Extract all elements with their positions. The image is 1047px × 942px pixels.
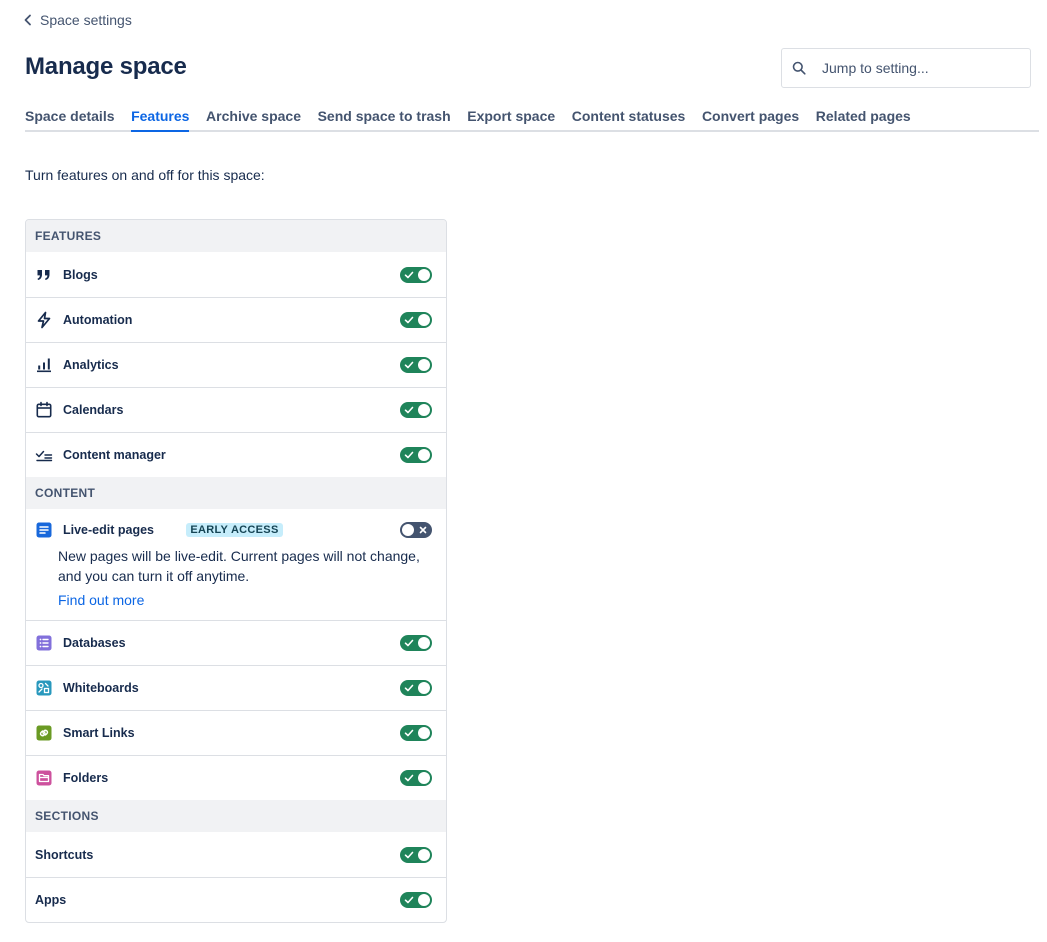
toggle-knob [418,848,430,861]
check-icon [404,451,414,459]
blogs-toggle[interactable] [400,266,432,283]
quote-icon [35,266,53,284]
feature-label-shortcuts: Shortcuts [35,847,94,862]
toggle-knob [418,404,430,416]
tab-features[interactable]: Features [131,108,190,132]
automation-toggle[interactable] [400,312,432,328]
feature-row-smart-links: Smart Links [26,710,446,755]
apps-toggle[interactable] [400,892,432,908]
feature-row-whiteboards: Whiteboards [26,665,446,710]
back-to-space-settings-link[interactable]: Space settings [22,12,132,28]
feature-label-smart-links: Smart Links [63,726,135,740]
feature-label-apps: Apps [35,893,67,907]
toggle-knob [418,637,430,649]
feature-row-folders: Folders [26,755,446,800]
whiteboard-icon [35,679,53,697]
feature-row-live-edit-pages: Live-edit pages EARLY ACCESS New pages w… [26,509,446,620]
section-heading-content: CONTENT [26,477,446,509]
smart-links-toggle[interactable] [400,725,432,741]
toggle-knob [418,727,430,739]
find-out-more-link[interactable]: Find out more [58,592,144,608]
feature-label-folders: Folders [63,771,109,785]
feature-row-blogs: Blogs [26,252,446,297]
feature-row-automation: Automation [26,297,446,342]
feature-row-analytics: Analytics [26,342,446,387]
folders-toggle[interactable] [400,770,432,786]
chevron-left-icon [24,14,31,26]
calendars-toggle[interactable] [400,402,432,418]
databases-toggle[interactable] [400,635,432,651]
check-icon [404,774,414,782]
toggle-knob [418,894,430,906]
toggle-knob [418,359,430,371]
feature-label-calendars: Calendars [63,403,124,417]
lightning-icon [35,311,53,329]
live-edit-pages-toggle[interactable] [400,522,433,538]
check-icon [404,316,414,324]
search-icon [792,61,806,75]
jump-to-setting-search[interactable] [781,48,1031,88]
tab-export-space[interactable]: Export space [467,108,555,130]
feature-label-blogs: Blogs [63,267,98,282]
features-panel: FEATURES Blogs Automation Analytics Cale… [25,219,447,923]
early-access-badge: EARLY ACCESS [186,523,283,537]
check-icon [404,639,414,647]
toggle-knob [418,314,430,326]
bar-chart-icon [35,356,53,374]
tab-convert-pages[interactable]: Convert pages [702,108,799,130]
check-icon [404,851,414,858]
toggle-knob [418,682,430,694]
analytics-toggle[interactable] [400,357,432,373]
live-edit-description: New pages will be live-edit. Current pag… [58,548,420,584]
check-icon [404,729,414,737]
checklist-icon [35,446,53,464]
check-icon [404,361,414,369]
close-icon [419,526,427,534]
folder-icon [35,769,53,787]
calendar-icon [35,401,53,419]
database-icon [35,634,53,652]
feature-row-databases: Databases [26,620,446,665]
check-icon [404,896,414,904]
feature-label-automation: Automation [63,313,133,327]
check-icon [404,271,414,278]
settings-tabs: Space details Features Archive space Sen… [25,108,1039,132]
feature-label-live-edit-pages: Live-edit pages [63,523,154,537]
section-heading-features: FEATURES [26,220,446,252]
tab-content-statuses[interactable]: Content statuses [572,108,686,130]
check-icon [404,684,414,692]
search-input[interactable] [822,60,1012,76]
feature-label-content-manager: Content manager [63,448,166,462]
tab-archive-space[interactable]: Archive space [206,108,301,130]
tab-related-pages[interactable]: Related pages [816,108,911,130]
toggle-knob [402,524,415,536]
feature-label-whiteboards: Whiteboards [63,681,139,695]
page-icon [35,521,53,539]
shortcuts-toggle[interactable] [400,846,432,863]
content-manager-toggle[interactable] [400,447,432,463]
feature-label-databases: Databases [63,636,126,650]
page-title: Manage space [25,53,187,80]
back-link-label: Space settings [40,12,132,28]
feature-row-content-manager: Content manager [26,432,446,477]
feature-row-apps: Apps [26,877,446,922]
section-heading-sections: SECTIONS [26,800,446,832]
link-icon [35,724,53,742]
feature-row-shortcuts: Shortcuts [26,832,446,877]
check-icon [404,406,414,414]
toggle-knob [418,268,430,281]
tab-send-space-to-trash[interactable]: Send space to trash [318,108,451,130]
intro-text: Turn features on and off for this space: [25,167,265,183]
toggle-knob [418,772,430,784]
whiteboards-toggle[interactable] [400,680,432,696]
feature-row-calendars: Calendars [26,387,446,432]
toggle-knob [418,449,430,461]
tab-space-details[interactable]: Space details [25,108,115,130]
feature-label-analytics: Analytics [63,358,119,372]
